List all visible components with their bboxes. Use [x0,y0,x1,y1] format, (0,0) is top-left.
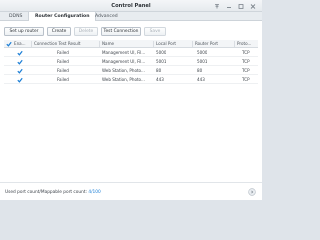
tab-ddns[interactable]: DDNS [3,12,28,21]
row-protocol: TCP [242,59,250,64]
row-router-port: 5000 [197,50,208,55]
table-row[interactable]: Failed Management UI, Fil... 5001 5001 T… [4,57,258,66]
port-count-status: Used port count/Mappable port count: 4/1… [5,190,101,195]
row-name: Web Station, Photo... [102,68,145,73]
select-all-checkbox[interactable] [6,41,12,47]
row-router-port: 443 [197,77,205,82]
row-enable-checkbox[interactable] [17,50,23,56]
column-header-router-port[interactable]: Router Port [195,40,233,48]
row-result: Failed [57,77,69,82]
setup-router-button[interactable]: Set up router [4,27,44,36]
row-protocol: TCP [242,77,250,82]
column-divider [234,41,235,47]
row-enable-checkbox[interactable] [17,77,23,83]
tab-bar: DDNS Router Configuration Advanced [0,12,262,22]
column-header-enable[interactable]: Ena... [14,40,31,48]
table-row[interactable]: Failed Web Station, Photo... 443 443 TCP [4,75,258,84]
table-row[interactable]: Failed Management UI, Fil... 5000 5000 T… [4,48,258,57]
pin-icon[interactable] [213,3,221,10]
column-header-name[interactable]: Name [102,40,152,48]
window-titlebar: Control Panel [0,0,262,12]
create-button[interactable]: Create [47,27,71,36]
save-button[interactable]: Save [144,27,166,36]
window-title: Control Panel [111,3,151,9]
delete-button[interactable]: Delete [74,27,98,36]
row-enable-checkbox[interactable] [17,68,23,74]
minimize-icon[interactable] [225,3,233,10]
table-row[interactable]: Failed Web Station, Photo... 80 80 TCP [4,66,258,75]
row-result: Failed [57,68,69,73]
row-name: Management UI, Fil... [102,50,146,55]
row-enable-checkbox[interactable] [17,59,23,65]
row-result: Failed [57,59,69,64]
row-router-port: 80 [197,68,203,73]
test-connection-button[interactable]: Test Connection [101,27,141,36]
row-local-port: 5000 [156,50,167,55]
tab-advanced[interactable]: Advanced [89,12,124,21]
row-result: Failed [57,50,69,55]
port-count-label: Used port count/Mappable port count: [5,190,87,195]
column-header-protocol[interactable]: Proto... [237,40,257,48]
row-protocol: TCP [242,50,250,55]
status-bar: Used port count/Mappable port count: 4/1… [0,182,262,200]
column-header-local-port[interactable]: Local Port [156,40,191,48]
row-name: Web Station, Photo... [102,77,145,82]
column-divider [99,41,100,47]
row-local-port: 443 [156,77,164,82]
row-protocol: TCP [242,68,250,73]
column-header-result[interactable]: Connection Test Result [34,40,98,48]
row-local-port: 5001 [156,59,167,64]
column-divider [31,41,32,47]
row-name: Management UI, Fil... [102,59,146,64]
table-header: Ena... Connection Test Result Name Local… [4,40,258,48]
help-icon[interactable] [248,188,256,196]
maximize-icon[interactable] [237,3,245,10]
column-divider [192,41,193,47]
port-count-value: 4/100 [88,190,101,195]
column-divider [153,41,154,47]
close-icon[interactable] [249,3,257,10]
row-router-port: 5001 [197,59,208,64]
row-local-port: 80 [156,68,162,73]
main-panel: Set up router Create Delete Test Connect… [0,21,262,200]
